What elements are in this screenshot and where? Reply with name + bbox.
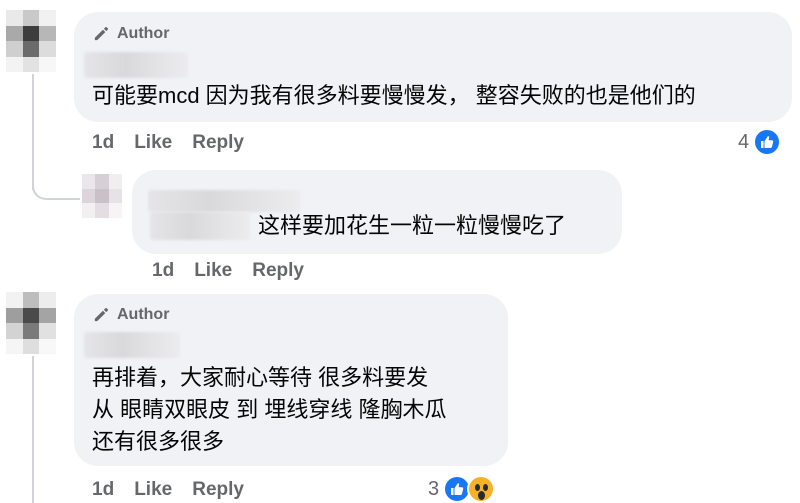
like-reaction-icon — [753, 128, 782, 156]
author-badge-label: Author — [117, 305, 170, 323]
reply-button[interactable]: Reply — [192, 132, 244, 154]
thread-connector — [32, 74, 34, 190]
author-badge-label: Author — [117, 24, 170, 42]
reply-commenter-name-blurred-2 — [150, 212, 250, 240]
comment-text: 可能要mcd 因为我有很多料要慢慢发， 整容失败的也是他们的 — [92, 83, 696, 108]
comment-text-line-3: 还有很多很多 — [92, 429, 225, 454]
comment-timestamp[interactable]: 1d — [92, 479, 114, 501]
reaction-summary[interactable]: 3 — [428, 475, 496, 503]
like-button[interactable]: Like — [134, 479, 172, 501]
reaction-count: 4 — [738, 130, 750, 153]
comment-timestamp[interactable]: 1d — [92, 132, 114, 154]
reaction-count: 3 — [428, 477, 440, 500]
reply-like-button[interactable]: Like — [194, 260, 232, 282]
comment-actions: 1d Like Reply — [92, 479, 244, 501]
reply-button[interactable]: Reply — [192, 479, 244, 501]
reply-text: 这样要加花生一粒一粒慢慢吃了 — [258, 213, 567, 238]
reaction-summary[interactable]: 4 — [738, 128, 782, 156]
reply-actions: 1d Like Reply — [152, 260, 304, 282]
thread-connector — [32, 356, 34, 503]
thread-connector-curve — [32, 176, 80, 200]
comment-text-line-2: 从 眼睛双眼皮 到 埋线穿线 隆胸木瓜 — [92, 397, 447, 422]
comment-actions: 1d Like Reply — [92, 132, 244, 154]
reply-timestamp[interactable]: 1d — [152, 260, 174, 282]
reply-avatar[interactable] — [82, 174, 122, 218]
like-button[interactable]: Like — [134, 132, 172, 154]
author-badge: Author — [92, 24, 169, 43]
commenter-name-blurred[interactable] — [84, 332, 180, 358]
wow-reaction-icon — [467, 475, 496, 503]
commenter-name-blurred[interactable] — [84, 52, 188, 78]
avatar[interactable] — [6, 10, 56, 72]
pencil-icon — [94, 307, 109, 322]
avatar[interactable] — [6, 292, 56, 354]
reply-commenter-name-blurred[interactable] — [148, 190, 300, 212]
pencil-icon — [94, 26, 109, 41]
author-badge: Author — [92, 305, 169, 324]
comment-text-line-1: 再排着，大家耐心等待 很多料要发 — [92, 365, 429, 390]
reply-reply-button[interactable]: Reply — [252, 260, 304, 282]
